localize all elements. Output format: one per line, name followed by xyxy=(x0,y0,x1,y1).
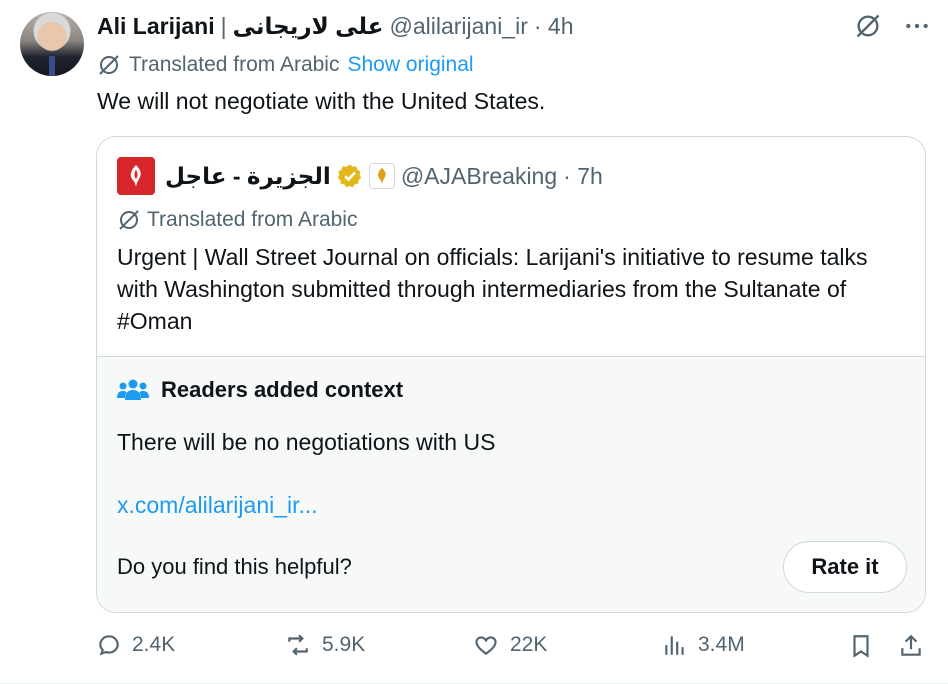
author-name[interactable]: Ali Larijani xyxy=(97,13,215,40)
quoted-tweet-body[interactable]: الجزيرة - عاجل @AJABreaking · 7h Transla… xyxy=(97,137,925,356)
like-button[interactable]: 22K xyxy=(472,632,547,658)
bookmark-icon xyxy=(853,635,869,658)
quoted-tweet[interactable]: الجزيرة - عاجل @AJABreaking · 7h Transla… xyxy=(96,136,926,613)
translate-icon xyxy=(99,55,119,75)
tweet-header: Ali Larijani | علی لاریجانی @alilarijani… xyxy=(97,11,928,41)
tweet-time[interactable]: · 4h xyxy=(534,13,574,40)
bookmark-button[interactable] xyxy=(848,632,884,660)
reply-button[interactable]: 2.4K xyxy=(96,632,175,658)
views-chart-icon xyxy=(665,636,684,655)
grok-translate-icon[interactable] xyxy=(854,12,882,40)
quoted-translated-label: Translated from Arabic xyxy=(147,208,358,231)
author-name-arabic[interactable]: علی لاریجانی xyxy=(233,13,384,40)
quoted-author-handle[interactable]: @AJABreaking xyxy=(401,163,557,190)
like-count: 22K xyxy=(510,633,548,656)
reply-icon xyxy=(99,635,119,656)
context-title: Readers added context xyxy=(161,377,404,402)
name-separator: | xyxy=(220,12,227,39)
repost-button[interactable]: 5.9K xyxy=(284,632,365,658)
share-button[interactable] xyxy=(898,632,934,660)
avatar-detail xyxy=(49,56,55,76)
context-header: Readers added context xyxy=(117,377,403,403)
verified-badge-icon xyxy=(337,163,363,189)
reply-count: 2.4K xyxy=(132,633,176,656)
repost-icon xyxy=(288,634,308,656)
quoted-tweet-text: Urgent | Wall Street Journal on official… xyxy=(117,244,868,334)
repost-count: 5.9K xyxy=(322,633,366,656)
heart-icon xyxy=(475,636,497,655)
views-count: 3.4M xyxy=(698,633,745,656)
author-avatar[interactable] xyxy=(20,12,84,76)
tweet-action-bar: 2.4K 5.9K 22K 3.4M xyxy=(96,632,928,666)
author-handle[interactable]: @alilarijani_ir xyxy=(389,13,527,40)
quoted-tweet-time[interactable]: · 7h xyxy=(563,163,603,190)
share-icon xyxy=(901,634,921,656)
context-text: There will be no negotiations with US xyxy=(117,429,496,455)
translate-icon xyxy=(119,210,139,230)
context-link[interactable]: x.com/alilarijani_ir... xyxy=(117,492,318,519)
more-options-icon[interactable] xyxy=(904,13,930,39)
community-notes-panel: Readers added context There will be no n… xyxy=(97,356,925,612)
quoted-author-name[interactable]: الجزيرة - عاجل xyxy=(165,163,331,190)
translated-label: Translated from Arabic xyxy=(129,53,340,76)
aljazeera-logo-icon[interactable] xyxy=(117,157,155,195)
translation-notice: Translated from Arabic Show original xyxy=(97,53,474,77)
views-button[interactable]: 3.4M xyxy=(662,632,745,658)
show-original-link[interactable]: Show original xyxy=(347,53,473,77)
affiliate-badge-icon[interactable] xyxy=(368,163,395,189)
tweet-text: We will not negotiate with the United St… xyxy=(97,88,546,114)
quoted-translation-notice: Translated from Arabic xyxy=(117,208,357,232)
quoted-tweet-header: الجزيرة - عاجل @AJABreaking · 7h xyxy=(117,157,603,195)
helpful-question: Do you find this helpful? xyxy=(117,554,352,579)
readers-icon xyxy=(117,379,149,400)
tweet-top-actions xyxy=(854,12,930,40)
rate-it-button[interactable]: Rate it xyxy=(783,541,907,593)
